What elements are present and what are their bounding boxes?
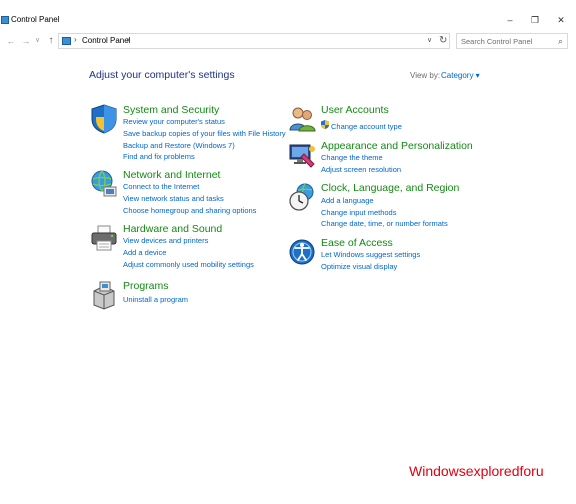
shield-icon[interactable] xyxy=(90,104,118,134)
search-input[interactable]: Search Control Panel ⌕ xyxy=(456,33,568,49)
programs-box-icon[interactable] xyxy=(90,280,118,310)
category-link[interactable]: Choose homegroup and sharing options xyxy=(123,206,256,215)
watermark-text: Windowsexploredforu xyxy=(409,463,544,479)
address-field[interactable]: › Control Panel › ∨ ↻ xyxy=(58,33,450,49)
refresh-icon[interactable]: ↻ xyxy=(439,35,447,46)
category-title[interactable]: Hardware and Sound xyxy=(123,223,222,235)
category-link[interactable]: Uninstall a program xyxy=(123,295,188,304)
recent-locations-button[interactable]: ∨ xyxy=(33,33,42,49)
title-bar: Control Panel – ❐ ✕ xyxy=(0,0,576,30)
view-by-label: View by: xyxy=(410,71,441,80)
users-icon[interactable] xyxy=(288,104,316,134)
category-link[interactable]: View devices and printers xyxy=(123,236,208,245)
category-link[interactable]: Review your computer's status xyxy=(123,117,225,126)
control-panel-app-icon xyxy=(1,16,9,24)
back-button[interactable]: ← xyxy=(4,33,18,49)
category-title[interactable]: User Accounts xyxy=(321,104,389,116)
category-link[interactable]: Backup and Restore (Windows 7) xyxy=(123,141,235,150)
category-link[interactable]: Change the theme xyxy=(321,153,383,162)
control-panel-location-icon xyxy=(62,37,71,45)
breadcrumb-chevron-icon[interactable]: › xyxy=(127,35,130,44)
category-link[interactable]: Add a language xyxy=(321,196,374,205)
accessibility-icon[interactable] xyxy=(288,237,316,267)
close-button[interactable]: ✕ xyxy=(551,12,571,28)
restore-button[interactable]: ❐ xyxy=(525,12,545,28)
category-link[interactable]: Connect to the Internet xyxy=(123,182,199,191)
category-title[interactable]: Ease of Access xyxy=(321,237,393,249)
minimize-button[interactable]: – xyxy=(500,12,520,28)
breadcrumb-control-panel[interactable]: Control Panel xyxy=(82,36,130,45)
window-title: Control Panel xyxy=(11,15,60,24)
category-title[interactable]: Appearance and Personalization xyxy=(321,140,473,152)
category-link[interactable]: Adjust screen resolution xyxy=(321,165,401,174)
category-link[interactable]: Optimize visual display xyxy=(321,262,397,271)
uac-shield-icon xyxy=(321,120,329,129)
category-link[interactable]: Save backup copies of your files with Fi… xyxy=(123,129,286,138)
up-button[interactable]: ↑ xyxy=(44,33,58,49)
monitor-paint-icon[interactable] xyxy=(288,140,316,170)
clock-globe-icon[interactable] xyxy=(288,182,316,212)
category-title[interactable]: System and Security xyxy=(123,104,219,116)
address-dropdown-icon[interactable]: ∨ xyxy=(427,36,432,44)
search-placeholder: Search Control Panel xyxy=(461,37,533,46)
search-icon[interactable]: ⌕ xyxy=(558,36,563,47)
forward-button[interactable]: → xyxy=(19,33,33,49)
page-title: Adjust your computer's settings xyxy=(89,69,235,81)
network-globe-icon[interactable] xyxy=(90,169,118,199)
category-link[interactable]: Adjust commonly used mobility settings xyxy=(123,260,254,269)
category-title[interactable]: Clock, Language, and Region xyxy=(321,182,459,194)
category-title[interactable]: Network and Internet xyxy=(123,169,220,181)
breadcrumb-separator-icon[interactable]: › xyxy=(74,35,77,44)
category-link[interactable]: Add a device xyxy=(123,248,166,257)
category-link[interactable]: Change input methods xyxy=(321,208,396,217)
category-link[interactable]: View network status and tasks xyxy=(123,194,224,203)
category-link[interactable]: Find and fix problems xyxy=(123,152,195,161)
category-title[interactable]: Programs xyxy=(123,280,169,292)
category-link[interactable]: Change account type xyxy=(331,122,402,131)
printer-icon[interactable] xyxy=(90,223,118,253)
view-by-dropdown[interactable]: Category ▾ xyxy=(441,71,480,80)
category-link[interactable]: Change date, time, or number formats xyxy=(321,219,448,228)
category-link[interactable]: Let Windows suggest settings xyxy=(321,250,420,259)
